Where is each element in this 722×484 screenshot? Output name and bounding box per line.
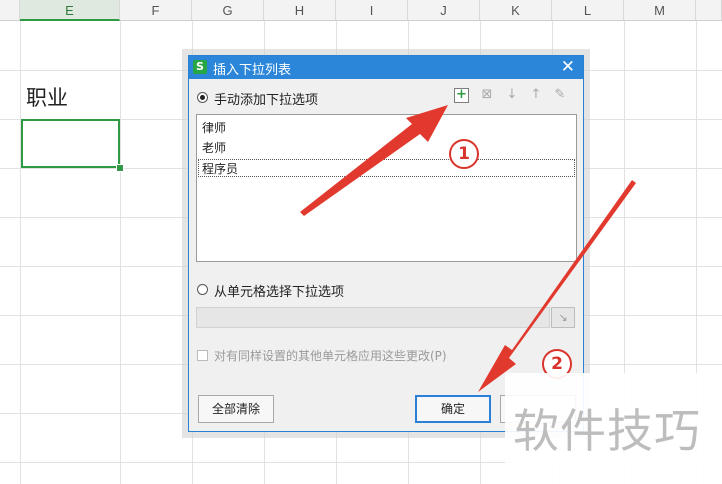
range-picker-icon[interactable]: ↘ <box>551 307 575 328</box>
clear-all-button[interactable]: 全部清除 <box>198 395 274 423</box>
cell-e3-text[interactable]: 职业 <box>26 82 68 112</box>
apply-all-label: 对有同样设置的其他单元格应用这些更改(P) <box>214 349 447 363</box>
list-item[interactable]: 老师 <box>202 139 226 157</box>
apply-all-checkbox[interactable] <box>197 350 208 361</box>
column-header-g[interactable]: G <box>192 0 264 21</box>
watermark-text: 软件技巧 <box>513 404 701 458</box>
dropdown-items-list[interactable]: 律师 老师 程序员 <box>196 114 577 262</box>
column-header-i[interactable]: I <box>336 0 408 21</box>
corner-header[interactable] <box>0 0 20 21</box>
move-down-icon[interactable]: ↓ <box>504 87 520 103</box>
range-option-label[interactable]: 从单元格选择下拉选项 <box>214 281 344 300</box>
list-item-selected[interactable]: 程序员 <box>198 159 575 177</box>
move-up-icon[interactable]: ↑ <box>528 87 544 103</box>
column-header-overflow[interactable] <box>696 0 722 21</box>
app-logo-icon: S <box>193 60 207 74</box>
ok-button[interactable]: 确定 <box>415 395 491 423</box>
column-header-f[interactable]: F <box>120 0 192 21</box>
column-header-h[interactable]: H <box>264 0 336 21</box>
selected-cell-e4[interactable] <box>21 119 120 168</box>
watermark: 软件技巧 <box>505 373 722 484</box>
manual-option-radio[interactable] <box>197 92 208 103</box>
column-header-m[interactable]: M <box>624 0 696 21</box>
dialog-titlebar[interactable]: S 插入下拉列表 ✕ <box>189 56 583 79</box>
range-input[interactable] <box>196 307 550 328</box>
column-header-l[interactable]: L <box>552 0 624 21</box>
list-item[interactable]: 律师 <box>202 119 226 137</box>
delete-item-icon[interactable]: ⊠ <box>479 87 495 103</box>
column-header-e[interactable]: E <box>20 0 120 21</box>
step-badge-1: 1 <box>449 139 479 169</box>
manual-option-label[interactable]: 手动添加下拉选项 <box>214 89 318 108</box>
edit-item-icon[interactable]: ✎ <box>552 87 568 103</box>
column-header-j[interactable]: J <box>408 0 480 21</box>
add-item-icon[interactable]: + <box>454 88 469 103</box>
column-header-k[interactable]: K <box>480 0 552 21</box>
close-icon[interactable]: ✕ <box>561 57 575 77</box>
dialog-title: 插入下拉列表 <box>213 63 292 78</box>
range-option-radio[interactable] <box>197 284 208 295</box>
fill-handle[interactable] <box>116 164 124 172</box>
